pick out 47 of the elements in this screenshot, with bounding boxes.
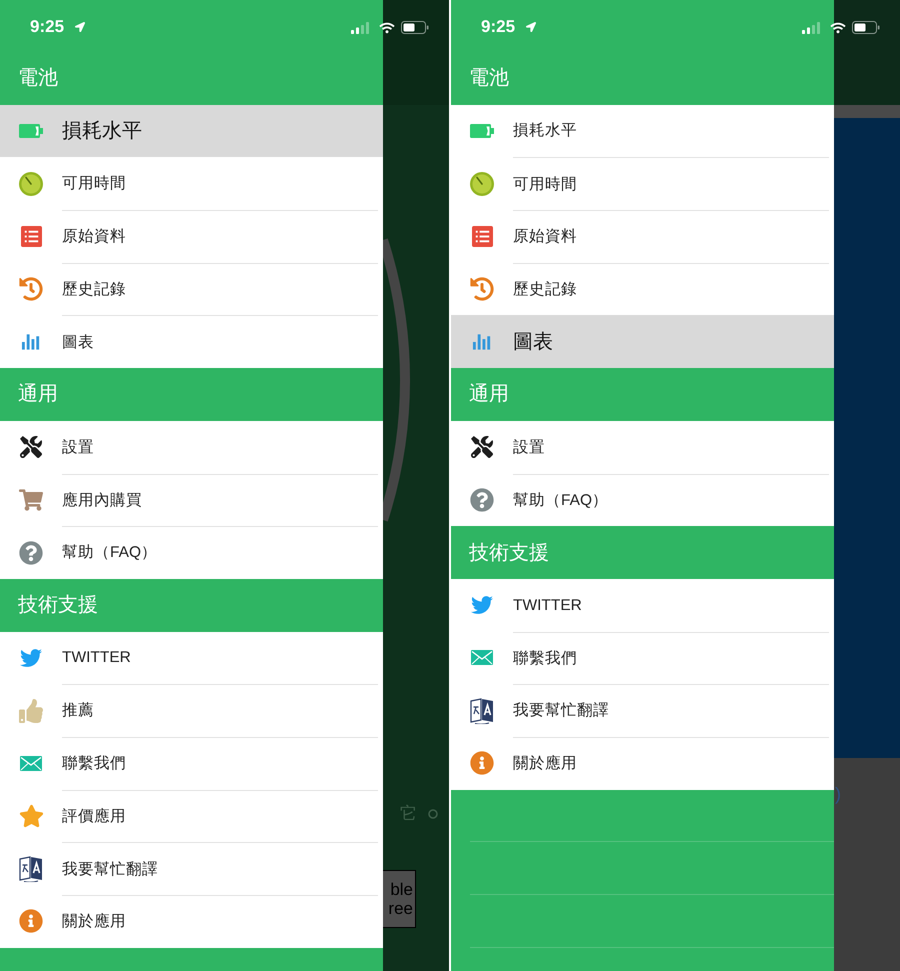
battery-icon: [470, 124, 494, 138]
section-header: 技術支援: [451, 526, 834, 579]
wifi-icon: [379, 22, 395, 34]
list-icon: [472, 226, 492, 247]
help-icon: [19, 540, 43, 565]
battery-icon: [19, 124, 43, 138]
bar-chart-icon: [472, 333, 492, 350]
translate-book-icon: [19, 856, 43, 882]
twitter-icon: [19, 646, 43, 669]
thumbs-up-icon: [19, 698, 43, 723]
bar-chart-icon: [20, 333, 42, 350]
location-arrow-icon: [526, 22, 536, 32]
section-header: 電池: [0, 52, 383, 105]
signal-icon: [351, 22, 371, 34]
cart-icon: [19, 488, 43, 511]
signal-icon: [802, 22, 822, 34]
clock-icon: [19, 172, 43, 196]
battery-status-icon: [852, 21, 880, 34]
history-icon: [470, 277, 494, 302]
info-icon: [470, 751, 494, 776]
background-caption: ): [835, 784, 841, 804]
envelope-icon: [471, 650, 493, 666]
location-arrow-icon: [75, 22, 85, 32]
menu-item[interactable]: 損耗水平: [0, 104, 383, 158]
translate-book-icon: [470, 698, 494, 724]
menu-item[interactable]: 圖表: [451, 315, 834, 368]
envelope-icon: [20, 756, 42, 771]
battery-status-icon: [401, 21, 429, 34]
section-header: 通用: [0, 368, 383, 421]
section-header: 電池: [451, 52, 834, 105]
tools-icon: [20, 436, 42, 458]
help-icon: [470, 488, 494, 512]
list-icon: [20, 226, 42, 247]
small-circle-icon: [428, 809, 438, 819]
status-time: 9:25: [481, 16, 516, 38]
star-icon: [18, 804, 44, 828]
dimmed-text-panel: ble ree: [383, 870, 416, 928]
section-header: 技術支援: [0, 578, 383, 632]
history-icon: [19, 277, 43, 302]
twitter-icon: [470, 594, 494, 616]
status-time: 9:25: [30, 16, 64, 38]
clock-icon: [470, 172, 494, 196]
wifi-icon: [830, 22, 846, 34]
tools-icon: [471, 436, 493, 458]
info-icon: [19, 909, 43, 934]
dimmed-toolbar-strip: [834, 105, 900, 118]
section-header: 通用: [451, 368, 834, 421]
